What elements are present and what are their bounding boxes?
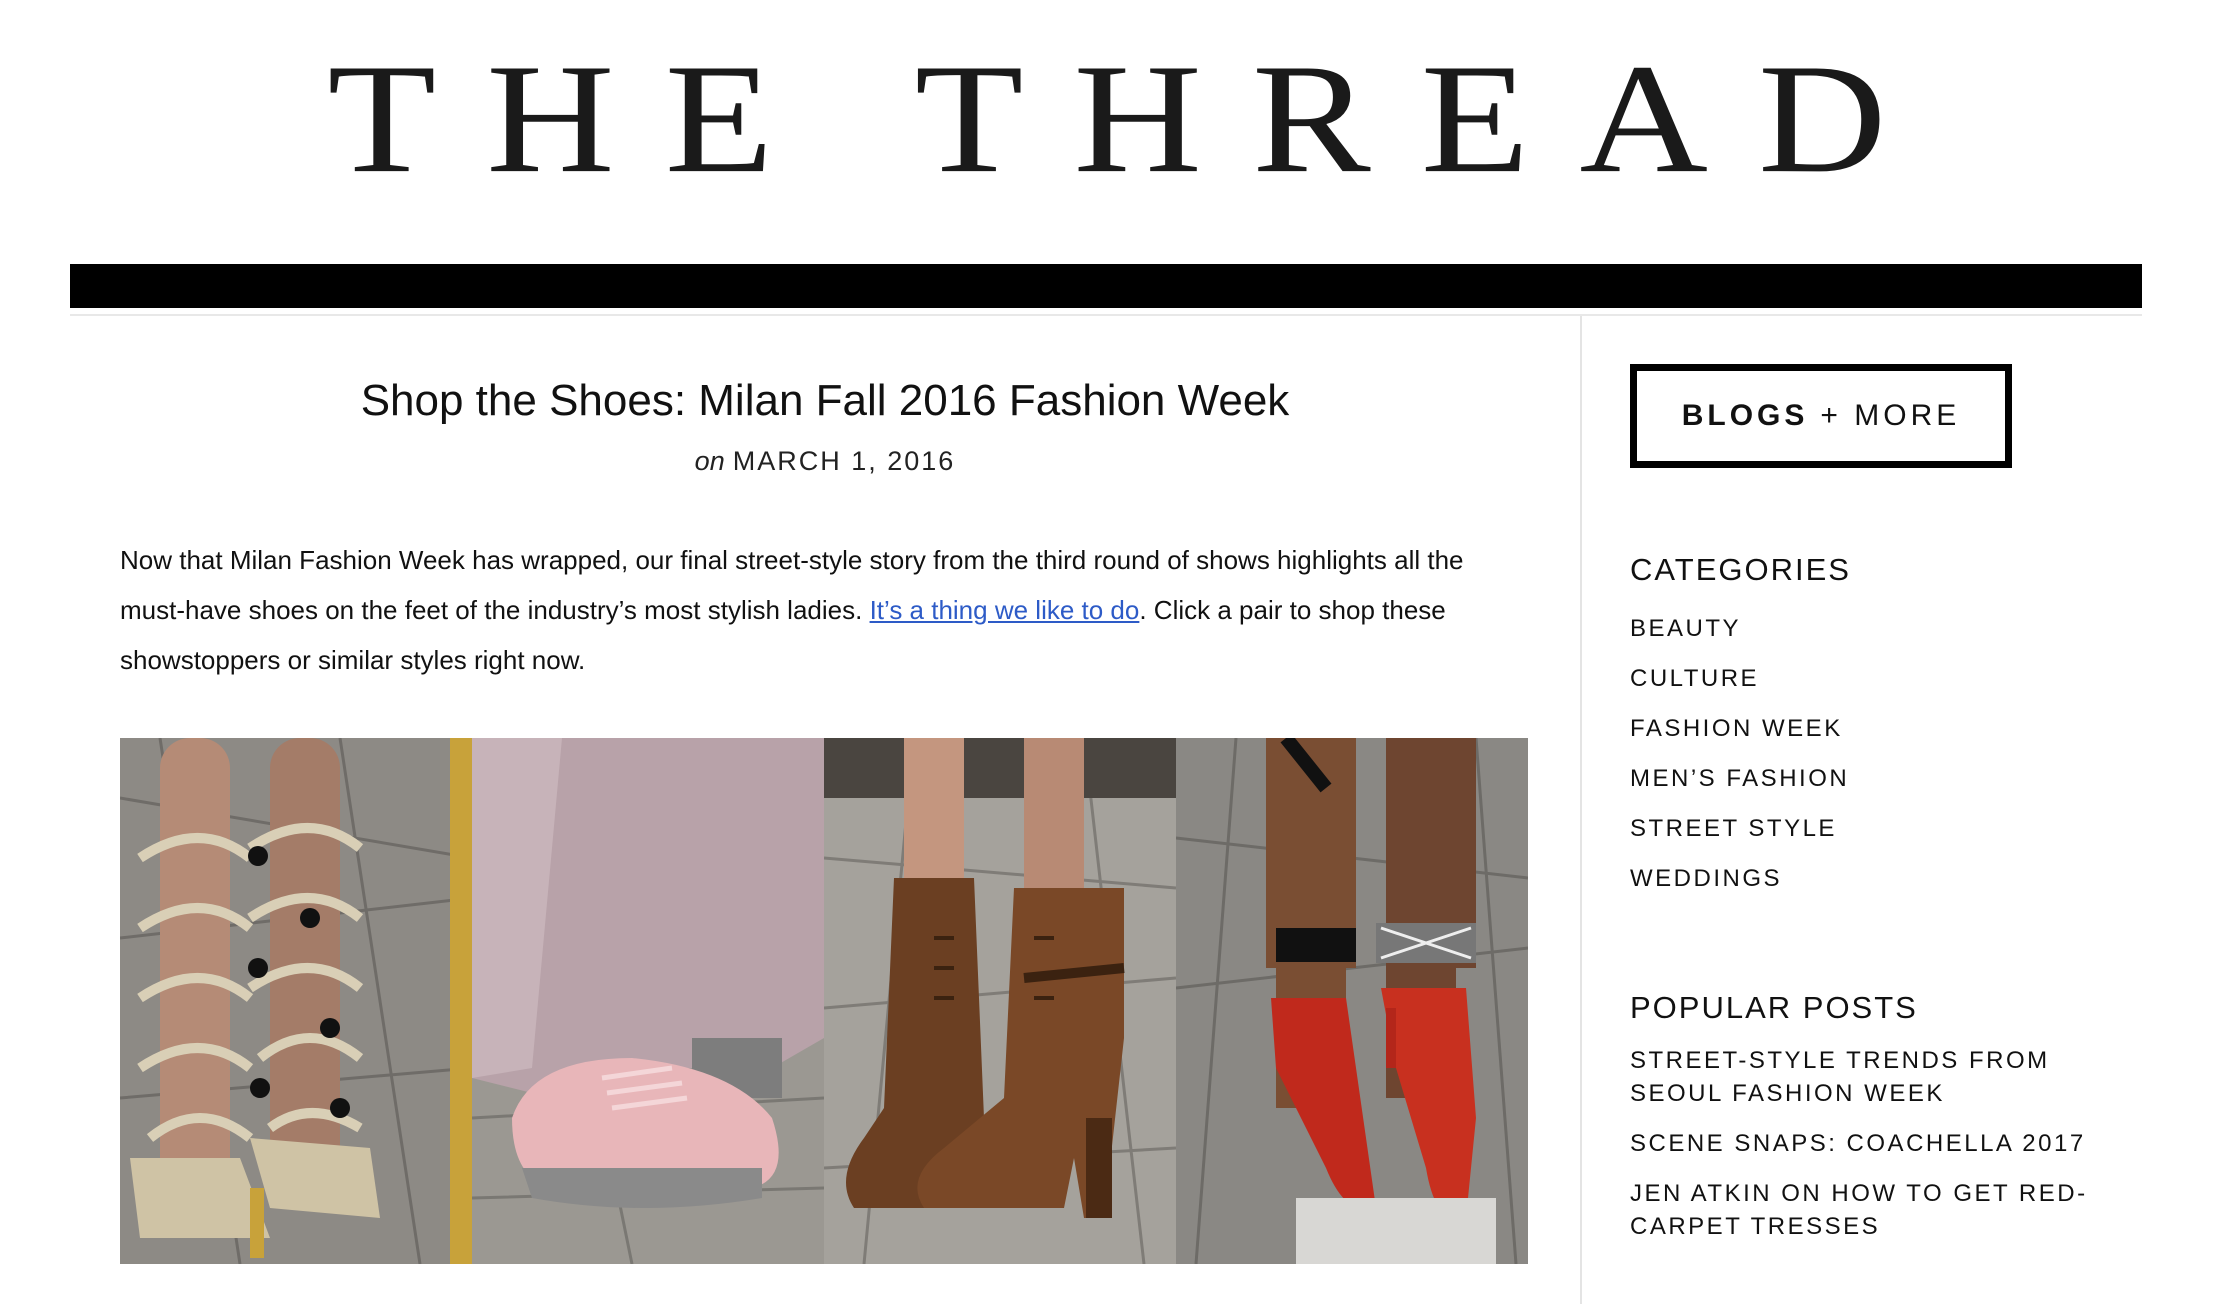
category-weddings[interactable]: WEDDINGS: [1630, 854, 1849, 904]
nav-bar: [70, 264, 2142, 308]
popular-posts-list: STREET-STYLE TRENDS FROM SEOUL FASHION W…: [1630, 1044, 2100, 1260]
date-value: MARCH 1, 2016: [732, 446, 956, 476]
category-culture[interactable]: CULTURE: [1630, 654, 1849, 704]
category-fashion-week[interactable]: FASHION WEEK: [1630, 704, 1849, 754]
more-label: + MORE: [1820, 399, 1961, 432]
sidebar-divider: [1580, 316, 1582, 1304]
post-title: Shop the Shoes: Milan Fall 2016 Fashion …: [360, 376, 1290, 425]
category-mens-fashion[interactable]: MEN’S FASHION: [1630, 754, 1849, 804]
post-date: on MARCH 1, 2016: [120, 446, 1530, 477]
blogs-more-button[interactable]: BLOGS + MORE: [1630, 364, 2012, 468]
popular-post-link[interactable]: JEN ATKIN ON HOW TO GET RED-CARPET TRESS…: [1630, 1177, 2100, 1243]
category-street-style[interactable]: STREET STYLE: [1630, 804, 1849, 854]
category-beauty[interactable]: BEAUTY: [1630, 604, 1849, 654]
categories-list: BEAUTY CULTURE FASHION WEEK MEN’S FASHIO…: [1630, 604, 1849, 904]
intro-link[interactable]: It’s a thing we like to do: [870, 595, 1140, 625]
site-logo[interactable]: THE THREAD: [0, 40, 2214, 197]
red-pumps-image[interactable]: [1176, 738, 1528, 1264]
popular-post-link[interactable]: STREET-STYLE TRENDS FROM SEOUL FASHION W…: [1630, 1044, 2100, 1110]
blogs-label: BLOGS: [1681, 399, 1809, 432]
date-prefix: on: [694, 446, 725, 476]
popular-posts-heading: POPULAR POSTS: [1630, 990, 1918, 1025]
shoe-gallery: [120, 738, 1530, 1264]
article: Shop the Shoes: Milan Fall 2016 Fashion …: [120, 316, 1530, 711]
gold-lace-up-heels-image[interactable]: [120, 738, 472, 1264]
pink-sneakers-image[interactable]: [472, 738, 824, 1264]
post-intro: Now that Milan Fashion Week has wrapped,…: [120, 535, 1530, 685]
popular-post-link[interactable]: SCENE SNAPS: COACHELLA 2017: [1630, 1127, 2100, 1160]
categories-heading: CATEGORIES: [1630, 552, 1851, 587]
brown-leather-boots-image[interactable]: [824, 738, 1176, 1264]
